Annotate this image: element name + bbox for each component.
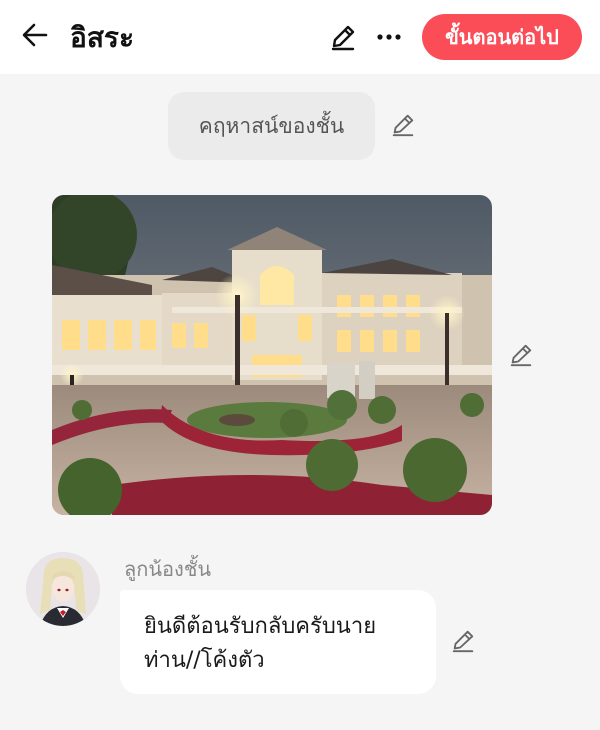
edit-image-button[interactable] — [504, 338, 538, 372]
avatar-illustration — [26, 552, 100, 626]
more-options-button[interactable] — [372, 20, 406, 54]
mansion-image[interactable] — [52, 195, 492, 515]
message-line-2: ท่าน//โค้งตัว — [144, 648, 265, 673]
character-name: ลูกน้องชั้น — [124, 557, 212, 581]
mansion-illustration — [52, 195, 492, 515]
message-line-1: ยินดีต้อนรับกลับครับนาย — [144, 614, 377, 639]
top-bar: อิสระ ขั้นตอนต่อไป — [0, 0, 600, 74]
page-title: อิสระ — [70, 21, 134, 54]
character-avatar[interactable] — [26, 552, 100, 626]
edit-message-button[interactable] — [446, 624, 480, 658]
edit-title-button[interactable] — [326, 20, 360, 54]
pencil-icon — [452, 630, 474, 653]
edit-scene-button[interactable] — [386, 108, 420, 142]
scene-label[interactable]: คฤหาสน์ของชั้น — [168, 92, 375, 160]
pencil-icon — [331, 25, 355, 51]
next-step-button[interactable]: ขั้นตอนต่อไป — [422, 14, 582, 60]
back-arrow-icon — [22, 23, 48, 47]
message-bubble[interactable]: ยินดีต้อนรับกลับครับนาย ท่าน//โค้งตัว — [120, 590, 436, 694]
pencil-icon — [510, 344, 532, 367]
more-dots-icon — [377, 34, 401, 40]
pencil-icon — [392, 114, 414, 137]
back-button[interactable] — [18, 18, 52, 52]
